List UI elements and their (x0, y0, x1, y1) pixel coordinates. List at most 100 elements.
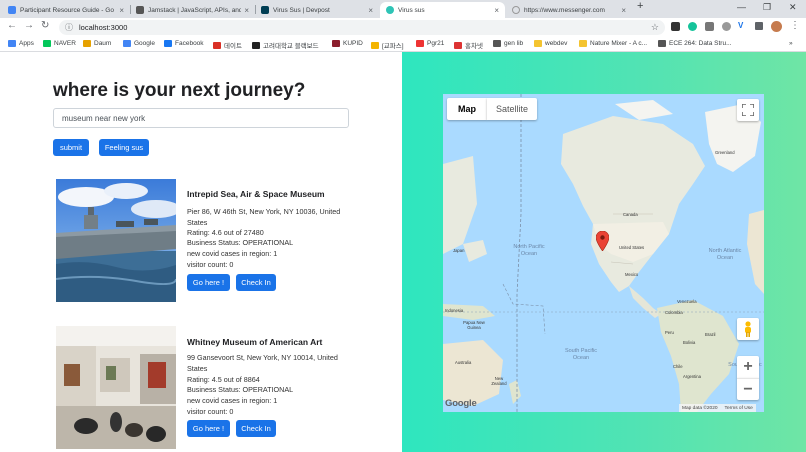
tab-devpost[interactable]: Virus Sus | Devpost × (255, 2, 379, 18)
bookmarks-bar: Apps NAVER Daum Google Facebook 데이트 고려대학교 블랙보드… (0, 37, 806, 52)
result-status: Business Status: OPERATIONAL (187, 238, 294, 247)
bookmark-item[interactable]: webdev (534, 40, 567, 47)
street-view-pegman-icon[interactable] (737, 318, 759, 340)
camera-extension-icon[interactable] (705, 22, 714, 31)
bookmark-item[interactable]: Nature Mixer - A c... (579, 40, 647, 47)
bookmark-item[interactable]: ECE 264: Data Stru... (658, 40, 732, 47)
result-address: Pier 86, W 46th St, New York, NY 10036, … (187, 207, 341, 227)
close-icon[interactable]: × (119, 6, 124, 15)
bookmark-favicon-icon (493, 40, 501, 47)
bookmark-item[interactable]: Pgr21 (416, 40, 444, 47)
bookmark-item[interactable]: NAVER (43, 40, 76, 47)
map-type-map-button[interactable]: Map (447, 98, 487, 120)
fullscreen-icon[interactable] (737, 99, 759, 121)
result-address: 99 Gansevoort St, New York, NY 10014, Un… (187, 353, 338, 373)
bookmark-item[interactable]: 홍차넷 (454, 40, 483, 50)
feeling-sus-button[interactable]: Feeling sus (99, 139, 149, 156)
tab-participant-guide[interactable]: Participant Resource Guide - Go × (2, 2, 130, 18)
bookmark-favicon-icon (534, 40, 542, 47)
intrepid-museum-photo (56, 179, 176, 302)
submit-button[interactable]: submit (53, 139, 89, 156)
result-title: Intrepid Sea, Air & Space Museum (187, 189, 325, 199)
google-logo[interactable]: Google (445, 398, 477, 409)
result-rating: Rating: 4.6 out of 27480 (187, 228, 264, 237)
go-here-button[interactable]: Go here ! (187, 420, 230, 437)
reload-icon[interactable]: ↻ (41, 20, 49, 31)
check-in-button[interactable]: Check In (236, 420, 276, 437)
puzzle-icon[interactable] (755, 22, 763, 30)
search-input[interactable] (53, 108, 349, 128)
maximize-button[interactable]: ❐ (763, 2, 771, 13)
minimize-button[interactable]: — (737, 2, 746, 12)
url-text: localhost:3000 (79, 23, 128, 32)
map-label-south-pacific: South Pacific Ocean (564, 348, 598, 361)
zoom-out-button[interactable]: − (737, 378, 759, 400)
new-tab-button[interactable]: + (637, 0, 643, 12)
back-arrow-icon[interactable]: ← (7, 20, 17, 31)
tab-virus-sus[interactable]: Virus sus × (380, 2, 505, 18)
bookmark-label: 홍차넷 (465, 43, 483, 50)
bookmark-favicon-icon (371, 41, 379, 49)
result-visitor-count: visitor count: 0 (187, 260, 234, 269)
result-rating: Rating: 4.5 out of 8864 (187, 375, 260, 384)
map-label-north-pacific: North Pacific Ocean (513, 244, 545, 257)
bookmark-favicon-icon (416, 40, 424, 47)
bookmark-item[interactable]: 데이트 (213, 40, 242, 50)
map-label-united-states: United States (619, 245, 645, 250)
browser-toolbar: ← → ↻ ⓘ localhost:3000 ☆ V ⋮ (0, 18, 806, 37)
menu-dots-icon[interactable]: ⋮ (790, 20, 800, 31)
bookmark-item[interactable]: Apps (8, 40, 34, 47)
result-covid-cases: new covid cases in region: 1 (187, 396, 278, 405)
map-attribution: Map data ©2020 Terms of Use (679, 404, 756, 412)
bookmark-favicon-icon (252, 41, 260, 49)
bookmark-label: gen lib (504, 40, 524, 47)
tab-jamstack[interactable]: Jamstack | JavaScript, APIs, and × (130, 2, 255, 18)
bookmark-item[interactable]: 고려대학교 블랙보드 (252, 40, 319, 50)
bookmark-item[interactable]: Daum (83, 40, 111, 47)
bookmark-favicon-icon (123, 40, 131, 47)
map-label-north-atlantic: North Atlantic Ocean (708, 248, 742, 261)
bookmark-item[interactable]: KUPID (332, 40, 363, 47)
result-status: Business Status: OPERATIONAL (187, 385, 294, 394)
bookmark-item[interactable]: Facebook (164, 40, 204, 47)
map-label-mexico: Mexico (625, 272, 639, 277)
bookmark-item[interactable]: gen lib (493, 40, 523, 47)
shield-extension-icon[interactable] (722, 22, 731, 31)
virus-sus-icon (386, 6, 394, 14)
close-icon[interactable]: × (368, 6, 373, 15)
star-icon[interactable]: ☆ (651, 22, 659, 33)
whitney-museum-photo (56, 326, 176, 449)
bookmark-label: 고려대학교 블랙보드 (263, 43, 319, 50)
results-panel: where is your next journey? submit Feeli… (0, 52, 402, 452)
bookmark-label: Apps (19, 40, 34, 47)
bookmark-item[interactable]: [교파스] (371, 40, 404, 50)
extension-icon[interactable] (671, 22, 680, 31)
terms-of-use-link[interactable]: Terms of Use (725, 406, 753, 411)
avatar[interactable] (771, 21, 782, 32)
v-extension-icon[interactable]: V (738, 21, 747, 30)
info-icon: ⓘ (65, 23, 73, 32)
check-in-button[interactable]: Check In (236, 274, 276, 291)
close-window-button[interactable]: ✕ (789, 2, 797, 13)
go-here-button[interactable]: Go here ! (187, 274, 230, 291)
map-type-satellite-button[interactable]: Satellite (487, 98, 537, 120)
bookmark-favicon-icon (579, 40, 587, 47)
bookmark-favicon-icon (8, 40, 16, 47)
close-icon[interactable]: × (244, 6, 249, 15)
map-label-new-zealand: New Zealand (491, 376, 507, 386)
google-map[interactable]: Greenland Canada United States Mexico Ja… (443, 94, 764, 412)
tab-messenger[interactable]: https://www.messenger.com × (506, 2, 632, 18)
location-marker-icon[interactable] (596, 231, 609, 251)
result-covid-cases: new covid cases in region: 1 (187, 249, 278, 258)
zoom-in-button[interactable]: + (737, 356, 759, 378)
bookmark-item[interactable]: Google (123, 40, 155, 47)
grammarly-icon[interactable] (688, 22, 697, 31)
more-bookmarks-icon[interactable]: » (789, 40, 793, 47)
address-bar[interactable]: ⓘ localhost:3000 ☆ (59, 20, 665, 35)
bookmark-label: Daum (94, 40, 112, 47)
close-icon[interactable]: × (621, 6, 626, 15)
tab-strip: Participant Resource Guide - Go × Jamstac… (0, 0, 806, 18)
forward-arrow-icon[interactable]: → (24, 20, 34, 31)
bookmark-favicon-icon (43, 40, 51, 47)
close-icon[interactable]: × (494, 6, 499, 15)
